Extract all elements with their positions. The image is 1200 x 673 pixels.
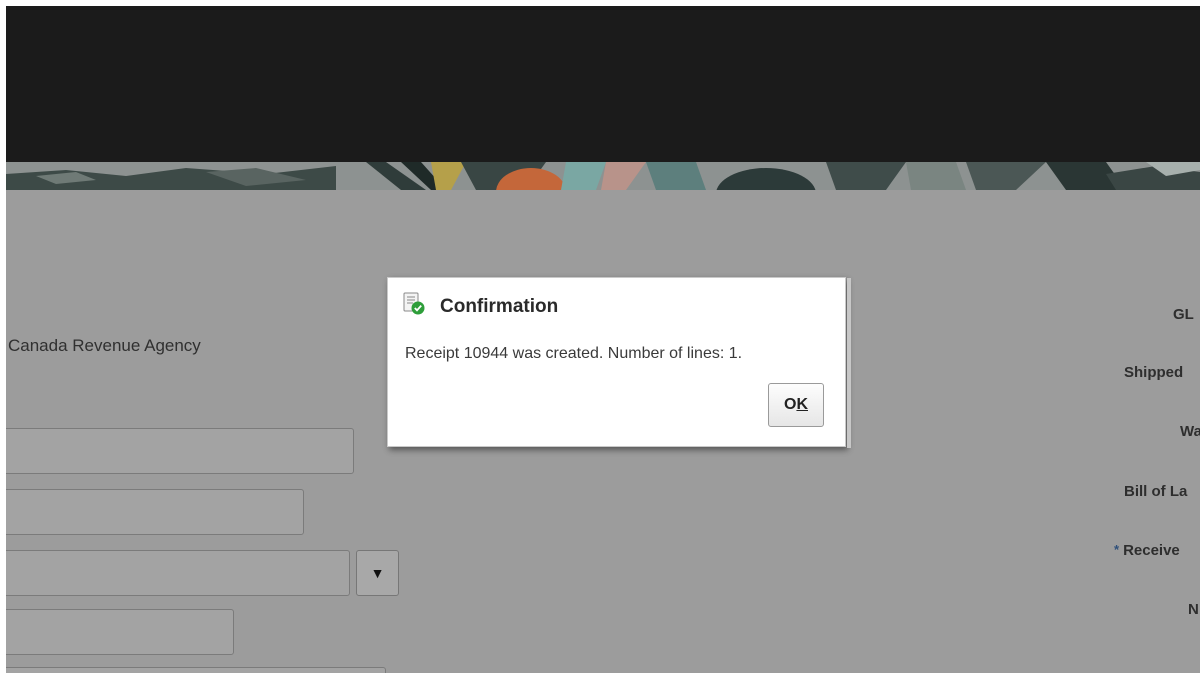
select-field[interactable]	[6, 550, 350, 596]
top-header-bar	[6, 6, 1200, 162]
gl-date-label: GL	[1173, 306, 1194, 323]
dropdown-arrow-icon[interactable]: ▼	[356, 550, 399, 596]
required-marker: *	[1114, 542, 1120, 557]
decorative-banner	[6, 162, 1200, 190]
text-field-1[interactable]	[6, 428, 354, 474]
dialog-header: Confirmation	[402, 292, 558, 321]
received-by-text: Receive	[1123, 542, 1180, 559]
bill-of-lading-label: Bill of La	[1124, 483, 1188, 500]
ok-button[interactable]: OK	[768, 383, 824, 427]
app-window: Canada Revenue Agency ▼ GL Shipped Wa Bi…	[6, 6, 1200, 673]
text-field-2[interactable]	[6, 489, 304, 535]
dialog-title: Confirmation	[440, 295, 559, 317]
dialog-edge	[847, 278, 851, 448]
confirmation-check-icon	[402, 292, 426, 321]
ok-mnemonic: K	[796, 396, 808, 413]
n-label: N	[1188, 601, 1199, 618]
ok-label: O	[783, 396, 797, 413]
shipped-date-label: Shipped	[1124, 364, 1184, 381]
confirmation-dialog: Confirmation Receipt 10944 was created. …	[387, 277, 851, 448]
dialog-message: Receipt 10944 was created. Number of lin…	[405, 345, 743, 362]
text-field-3[interactable]	[6, 609, 234, 655]
text-field-4[interactable]	[6, 667, 386, 673]
received-by-label: * Receive	[1114, 542, 1180, 559]
waybill-label: Wa	[1180, 423, 1200, 440]
supplier-label: Canada Revenue Agency	[8, 336, 201, 355]
